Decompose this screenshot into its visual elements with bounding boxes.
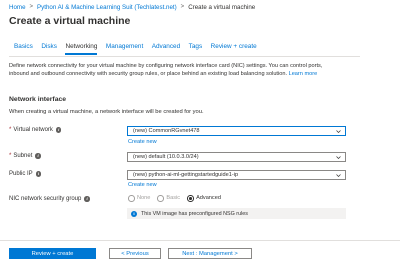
- subnet-select[interactable]: (new) default (10.0.3.0/24): [127, 152, 346, 162]
- description-text: Define network connectivity for your vir…: [9, 63, 323, 77]
- chevron-down-icon: [336, 129, 341, 133]
- virtual-network-create-new-link[interactable]: Create new: [128, 139, 157, 145]
- learn-more-link[interactable]: Learn more: [289, 71, 318, 77]
- public-ip-create-new-link[interactable]: Create new: [128, 182, 157, 188]
- subnet-label-text: Subnet: [13, 153, 33, 159]
- public-ip-value: (new) python-ai-ml-gettingstartedguide1-…: [133, 171, 239, 178]
- required-asterisk: *: [9, 153, 12, 159]
- virtual-network-select[interactable]: (new) CommonRGvnet478: [127, 126, 346, 136]
- tab-review-create[interactable]: Review + create: [211, 43, 257, 56]
- public-ip-select[interactable]: (new) python-ai-ml-gettingstartedguide1-…: [127, 170, 346, 180]
- nsg-option-advanced-label: Advanced: [196, 195, 221, 202]
- nsg-info-text: This VM image has preconfigured NSG rule…: [141, 210, 248, 217]
- page-title: Create a virtual machine: [9, 15, 131, 27]
- tab-basics[interactable]: Basics: [14, 43, 33, 56]
- info-icon[interactable]: i: [35, 171, 42, 177]
- previous-button[interactable]: < Previous: [109, 248, 161, 259]
- tabs-divider: [9, 56, 360, 57]
- review-create-button[interactable]: Review + create: [9, 248, 96, 259]
- info-icon[interactable]: i: [55, 127, 62, 133]
- breadcrumb-marketplace-item[interactable]: Python AI & Machine Learning Suit (Techl…: [37, 4, 177, 11]
- radio-circle: [157, 195, 164, 202]
- virtual-network-label-text: Virtual network: [13, 127, 53, 133]
- tab-tags[interactable]: Tags: [189, 43, 203, 56]
- chevron-down-icon: [336, 155, 341, 159]
- info-icon: i: [131, 210, 137, 217]
- info-icon[interactable]: i: [35, 153, 41, 159]
- nsg-option-none-label: None: [137, 195, 151, 202]
- breadcrumb-separator: >: [29, 4, 34, 10]
- subnet-label: * Subnet i: [9, 153, 41, 159]
- required-asterisk: *: [9, 127, 12, 133]
- breadcrumb: Home > Python AI & Machine Learning Suit…: [9, 2, 255, 12]
- tab-disks[interactable]: Disks: [41, 43, 57, 56]
- chevron-down-icon: [336, 173, 341, 177]
- nsg-label-text: NIC network security group: [9, 196, 82, 202]
- networking-description: Define network connectivity for your vir…: [9, 63, 339, 78]
- nsg-radio-group: None Basic Advanced: [128, 195, 228, 202]
- nsg-option-basic[interactable]: Basic: [157, 195, 180, 202]
- nsg-option-basic-label: Basic: [166, 195, 181, 202]
- breadcrumb-home[interactable]: Home: [9, 4, 26, 11]
- virtual-network-value: (new) CommonRGvnet478: [133, 127, 200, 134]
- next-management-button[interactable]: Next : Management >: [168, 248, 252, 259]
- virtual-network-label: * Virtual network i: [9, 127, 62, 133]
- public-ip-label: Public IP i: [9, 171, 42, 177]
- breadcrumb-current: Create a virtual machine: [188, 3, 256, 11]
- network-interface-subtext: When creating a virtual machine, a netwo…: [9, 109, 204, 115]
- network-interface-heading: Network interface: [9, 96, 67, 103]
- tab-management[interactable]: Management: [106, 43, 143, 56]
- tab-networking[interactable]: Networking: [65, 43, 97, 56]
- radio-circle: [128, 195, 135, 202]
- radio-circle: [187, 195, 194, 202]
- nsg-info-box: i This VM image has preconfigured NSG ru…: [127, 208, 346, 219]
- public-ip-label-text: Public IP: [9, 171, 33, 177]
- subnet-value: (new) default (10.0.3.0/24): [133, 153, 199, 160]
- info-icon[interactable]: i: [84, 196, 90, 202]
- nsg-option-advanced[interactable]: Advanced: [187, 195, 221, 202]
- tab-bar: Basics Disks Networking Management Advan…: [14, 43, 265, 56]
- nsg-option-none[interactable]: None: [128, 195, 150, 202]
- breadcrumb-separator: >: [180, 4, 185, 10]
- nsg-label: NIC network security group i: [9, 196, 90, 202]
- footer-divider: [0, 240, 400, 241]
- tab-advanced[interactable]: Advanced: [152, 43, 180, 56]
